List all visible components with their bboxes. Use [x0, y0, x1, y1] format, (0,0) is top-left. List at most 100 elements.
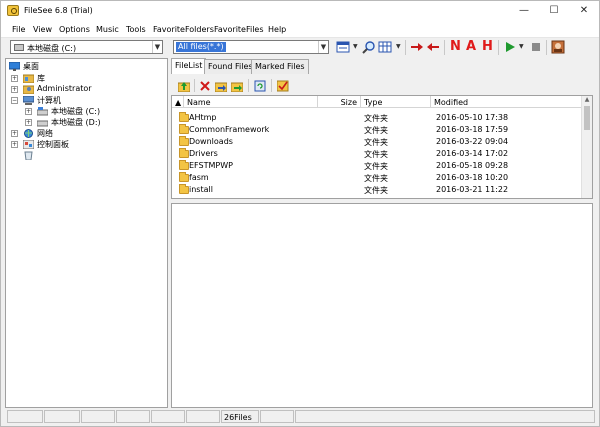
toolbar-separator [194, 79, 195, 92]
stop-icon[interactable] [529, 40, 543, 54]
chevron-down-icon[interactable]: ▼ [318, 41, 328, 53]
toolbar-separator [271, 79, 272, 92]
tree-item-label: 库 [37, 74, 45, 83]
table-row[interactable]: AHtmp 文件夹 2016-05-10 17:38 [172, 112, 582, 124]
collapse-icon[interactable]: − [11, 97, 18, 104]
expand-icon[interactable]: + [11, 86, 18, 93]
file-name: install [189, 185, 213, 194]
folder-icon [179, 148, 189, 158]
move-icon[interactable] [231, 80, 243, 92]
folder-icon [179, 172, 189, 182]
app-logo-icon [7, 5, 19, 16]
maximize-button[interactable]: ☐ [539, 1, 569, 21]
title-bar: FileSee 6.8 (Trial) — ☐ ✕ [1, 1, 599, 21]
file-name: AHtmp [189, 113, 217, 122]
columns-dropdown-icon[interactable]: ▼ [396, 43, 401, 50]
a-button[interactable]: A [466, 39, 476, 54]
user-folder-icon [23, 85, 34, 94]
status-cell [260, 410, 294, 423]
status-cell [116, 410, 150, 423]
minimize-button[interactable]: — [509, 1, 539, 21]
chevron-down-icon[interactable]: ▼ [152, 41, 162, 53]
folder-icon [179, 124, 189, 134]
menu-view[interactable]: View [33, 25, 52, 34]
filter-combo-value: All files(*.*) [176, 42, 226, 52]
up-folder-icon[interactable] [178, 80, 190, 92]
expand-icon[interactable]: + [11, 130, 18, 137]
tree-item-label: Administrator [37, 84, 92, 93]
recycle-bin-icon [24, 151, 33, 160]
toolbar-separator [546, 40, 547, 55]
drive-c-icon [37, 107, 48, 116]
drive-combo[interactable]: 本地磁盘 (C:) ▼ [10, 40, 163, 54]
column-header-name[interactable]: Name [184, 96, 318, 108]
image-icon[interactable] [551, 40, 565, 54]
status-cell [295, 410, 595, 423]
copy-icon[interactable] [215, 80, 227, 92]
table-row[interactable]: CommonFramework 文件夹 2016-03-18 17:59 [172, 124, 582, 136]
forward-red-arrow-icon[interactable] [410, 40, 424, 54]
table-row[interactable]: EFSTMPWP 文件夹 2016-05-18 09:28 [172, 160, 582, 172]
menu-tools[interactable]: Tools [126, 25, 146, 34]
app-window: FileSee 6.8 (Trial) — ☐ ✕ File View Opti… [0, 0, 600, 427]
scrollbar-thumb[interactable] [584, 106, 590, 130]
tree-item-label: 本地磁盘 (C:) [51, 107, 101, 116]
sort-indicator-icon[interactable]: ▲ [172, 96, 184, 108]
tree-item-label: 本地磁盘 (D:) [51, 118, 101, 127]
expand-icon[interactable]: + [11, 141, 18, 148]
columns-icon[interactable] [378, 40, 392, 54]
h-button[interactable]: H [482, 39, 493, 54]
status-cell [151, 410, 185, 423]
tab-filelist[interactable]: FileList [171, 58, 207, 74]
table-row[interactable]: install 文件夹 2016-03-21 11:22 [172, 184, 582, 196]
folder-icon [179, 136, 189, 146]
column-header-type[interactable]: Type [361, 96, 431, 108]
view-mode-icon[interactable] [336, 40, 350, 54]
column-header-size[interactable]: Size [318, 96, 361, 108]
toolbar-separator [444, 40, 445, 55]
expand-icon[interactable]: + [25, 108, 32, 115]
scroll-up-icon[interactable]: ▲ [583, 96, 591, 104]
window-title: FileSee 6.8 (Trial) [24, 6, 93, 15]
menu-file[interactable]: File [12, 25, 25, 34]
refresh-icon[interactable] [254, 80, 266, 92]
control-panel-icon [23, 140, 34, 149]
file-list[interactable]: ▲ Name Size Type Modified AHtmp 文件夹 2016… [171, 95, 593, 199]
menu-bar: File View Options Music Tools FavoriteFo… [1, 21, 599, 38]
n-button[interactable]: N [450, 39, 461, 54]
menu-favoritefiles[interactable]: FavoriteFiles [214, 25, 264, 34]
search-icon[interactable] [362, 40, 376, 54]
folder-icon [179, 160, 189, 170]
file-count: 26Files [221, 410, 259, 423]
folder-tree[interactable]: 桌面 + 库 + Administrator − 计算机 + 本地磁盘 (C:)… [5, 58, 168, 408]
expand-icon[interactable]: + [11, 75, 18, 82]
computer-icon [23, 96, 34, 105]
delete-icon[interactable] [199, 80, 211, 92]
play-icon[interactable] [503, 40, 517, 54]
file-name: Downloads [189, 137, 233, 146]
back-red-arrow-icon[interactable] [426, 40, 440, 54]
preview-pane[interactable] [171, 203, 593, 408]
table-row[interactable]: Drivers 文件夹 2016-03-14 17:02 [172, 148, 582, 160]
column-header-modified[interactable]: Modified [431, 96, 582, 108]
tab-found-files[interactable]: Found Files [204, 59, 257, 74]
tab-marked-files[interactable]: Marked Files [251, 59, 309, 74]
table-row[interactable]: Downloads 文件夹 2016-03-22 09:04 [172, 136, 582, 148]
menu-options[interactable]: Options [59, 25, 90, 34]
mark-icon[interactable] [277, 80, 289, 92]
play-dropdown-icon[interactable]: ▼ [519, 43, 524, 50]
desktop-icon [9, 62, 20, 71]
status-cell [44, 410, 80, 423]
menu-music[interactable]: Music [96, 25, 119, 34]
menu-help[interactable]: Help [268, 25, 286, 34]
file-name: EFSTMPWP [189, 161, 233, 170]
filter-combo[interactable]: All files(*.*) ▼ [173, 40, 329, 54]
vertical-scrollbar[interactable]: ▲ [581, 96, 592, 198]
expand-icon[interactable]: + [25, 119, 32, 126]
table-row[interactable]: fasm 文件夹 2016-03-18 10:20 [172, 172, 582, 184]
file-modified: 2016-03-18 17:59 [436, 125, 509, 134]
view-mode-dropdown-icon[interactable]: ▼ [353, 43, 358, 50]
menu-favoritefolders[interactable]: FavoriteFolders [153, 25, 214, 34]
close-button[interactable]: ✕ [569, 1, 599, 21]
file-modified: 2016-03-21 11:22 [436, 185, 509, 194]
